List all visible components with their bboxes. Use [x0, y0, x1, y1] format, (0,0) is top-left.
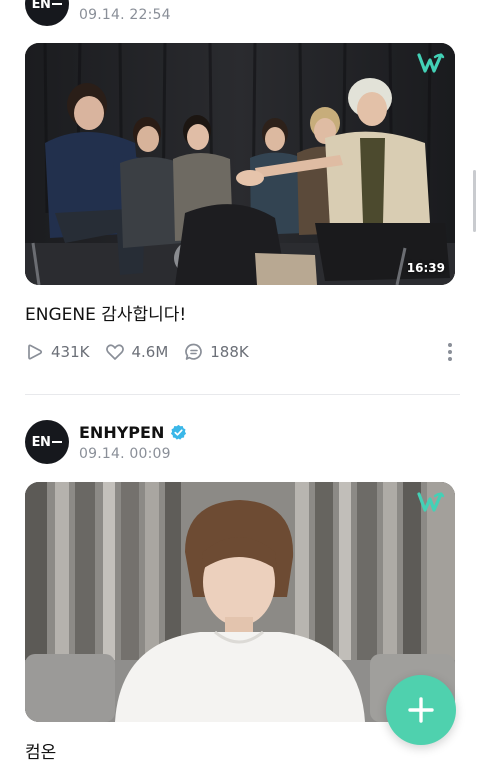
comment-icon: [185, 343, 203, 360]
video-duration: 16:39: [406, 261, 445, 275]
heart-icon: [106, 344, 125, 360]
author-name[interactable]: ENHYPEN: [79, 423, 187, 442]
author-avatar[interactable]: EN: [25, 420, 69, 464]
plays-stat[interactable]: 431K: [25, 342, 89, 362]
plays-count: 431K: [51, 343, 90, 361]
play-icon: [28, 344, 43, 360]
selfie-photo: [25, 482, 455, 722]
post-timestamp: 09.14. 00:09: [79, 446, 171, 462]
post-caption[interactable]: ENGENE 감사합니다!: [25, 300, 186, 325]
comments-count: 188K: [210, 343, 249, 361]
verified-badge-icon: [171, 424, 187, 440]
likes-count: 4.6M: [131, 343, 169, 361]
video-thumbnail[interactable]: 16:39: [25, 43, 455, 285]
plus-icon: [408, 697, 434, 723]
scrollbar[interactable]: [473, 170, 476, 232]
post-caption[interactable]: 컴온: [25, 738, 56, 763]
post-divider: [25, 394, 460, 395]
likes-stat[interactable]: 4.6M: [105, 342, 168, 362]
create-post-button[interactable]: [386, 675, 456, 745]
post-timestamp: 09.14. 22:54: [79, 7, 171, 23]
weverse-logo-icon: [417, 492, 445, 512]
video-thumbnail[interactable]: [25, 482, 455, 722]
more-vertical-icon[interactable]: [442, 341, 458, 363]
author-avatar[interactable]: EN: [25, 0, 69, 26]
group-photo: [25, 43, 455, 285]
post-stats: 431K 4.6M 188K: [25, 340, 265, 364]
comments-stat[interactable]: 188K: [184, 342, 249, 362]
weverse-logo-icon: [417, 53, 445, 73]
